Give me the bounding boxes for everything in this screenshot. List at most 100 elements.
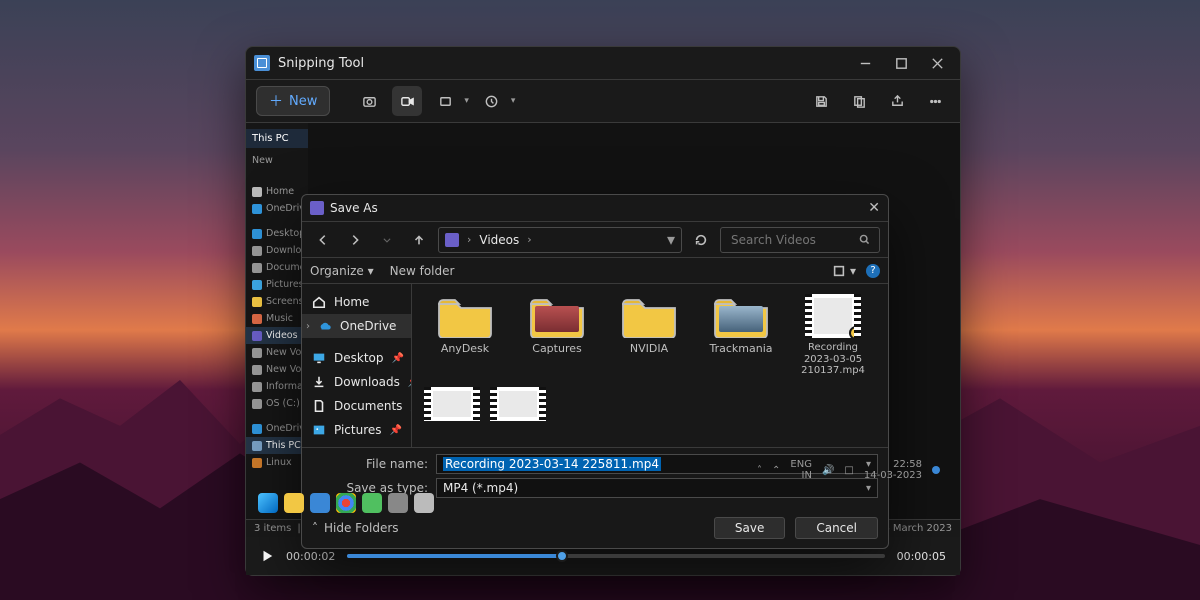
folder-icon: [621, 294, 677, 338]
cancel-button[interactable]: Cancel: [795, 517, 878, 539]
nav-home[interactable]: Home: [302, 290, 411, 314]
tray-chevron-icon[interactable]: ˄: [757, 465, 762, 476]
search-input[interactable]: [729, 232, 849, 248]
chevron-down-icon[interactable]: ▾: [667, 230, 675, 249]
nav-label: Documents: [334, 399, 402, 413]
tray-time[interactable]: 22:58: [893, 459, 922, 470]
tree-item: Music: [266, 313, 293, 324]
pic-icon: [312, 423, 326, 437]
more-icon[interactable]: [920, 86, 950, 116]
breadcrumb-sep: ›: [527, 233, 531, 246]
nav-forward-button[interactable]: [342, 227, 368, 253]
player-total-time: 00:00:05: [897, 550, 946, 563]
player-progress-bar[interactable]: [347, 554, 884, 558]
snip-mode-camera-icon[interactable]: [354, 86, 384, 116]
tree-item: Linux: [266, 457, 292, 468]
taskbar-settings-icon[interactable]: [388, 493, 408, 513]
tree-item: Videos: [266, 330, 298, 341]
doc-icon: [312, 399, 326, 413]
hide-folders-toggle[interactable]: ˄ Hide Folders: [312, 521, 399, 535]
nav-label: OneDrive: [340, 319, 396, 333]
tray-wifi-icon[interactable]: ⌃: [772, 465, 780, 476]
file-label: Recording 2023-03-05 210137.mp4: [792, 342, 874, 377]
nav-desktop[interactable]: Desktop 📌: [302, 346, 411, 370]
nav-documents[interactable]: Documents 📌: [302, 394, 411, 418]
new-folder-button[interactable]: New folder: [390, 264, 455, 278]
progress-knob[interactable]: [556, 550, 568, 562]
desktop-icon: [312, 351, 326, 365]
system-tray: ˄ ⌃ ENGIN 🔊 □ 22:5814-03-2023: [757, 459, 940, 481]
close-button[interactable]: [922, 49, 952, 77]
file-label: Captures: [532, 342, 581, 355]
taskbar-app-icon[interactable]: [414, 493, 434, 513]
start-button[interactable]: [258, 493, 278, 513]
taskbar-app-icon[interactable]: [284, 493, 304, 513]
folder-item[interactable]: AnyDesk: [424, 294, 506, 377]
file-name-label: File name:: [312, 457, 428, 471]
taskbar-app-icon[interactable]: [310, 493, 330, 513]
maximize-button[interactable]: [886, 49, 916, 77]
new-button[interactable]: ＋ New: [256, 86, 330, 116]
copy-icon[interactable]: [844, 86, 874, 116]
tray-notification-dot[interactable]: [932, 466, 940, 474]
folder-item[interactable]: Captures: [516, 294, 598, 377]
organize-dropdown[interactable]: Organize ▾: [310, 264, 374, 278]
save-type-field[interactable]: MP4 (*.mp4) ▾: [436, 478, 878, 498]
folder-item[interactable]: NVIDIA: [608, 294, 690, 377]
video-file-icon[interactable]: [424, 387, 480, 421]
search-field[interactable]: [720, 227, 880, 253]
tree-item: Desktop: [266, 228, 305, 239]
tray-lang[interactable]: ENG: [790, 459, 812, 470]
folder-icon: [713, 294, 769, 338]
refresh-button[interactable]: [688, 227, 714, 253]
breadcrumb-item[interactable]: Videos: [479, 233, 519, 247]
chevron-down-icon: ▾: [464, 96, 469, 106]
tray-volume-icon[interactable]: 🔊: [822, 465, 834, 476]
help-icon[interactable]: ?: [866, 264, 880, 278]
video-file-icon: [805, 294, 861, 338]
save-icon[interactable]: [806, 86, 836, 116]
nav-label: Downloads: [334, 375, 400, 389]
nav-back-button[interactable]: [310, 227, 336, 253]
pin-icon: 📌: [392, 353, 404, 364]
view-mode-dropdown[interactable]: ▾: [832, 264, 856, 278]
videos-icon: [445, 233, 459, 247]
snip-shape-dropdown[interactable]: [430, 86, 460, 116]
dialog-close-button[interactable]: ✕: [868, 200, 880, 216]
file-name-value: Recording 2023-03-14 225811.mp4: [443, 457, 661, 471]
address-bar[interactable]: › Videos › ▾: [438, 227, 682, 253]
save-button[interactable]: Save: [714, 517, 785, 539]
nav-pictures[interactable]: Pictures 📌: [302, 418, 411, 442]
toolbar: ＋ New ▾ ▾: [246, 79, 960, 123]
tray-battery-icon[interactable]: □: [844, 465, 853, 476]
home-icon: [312, 295, 326, 309]
hide-folders-label: Hide Folders: [324, 521, 399, 535]
search-icon: [858, 233, 871, 246]
video-file-icon[interactable]: [490, 387, 546, 421]
taskbar-app-icon[interactable]: [362, 493, 382, 513]
dialog-icon: [310, 201, 324, 215]
snip-mode-video-icon[interactable]: [392, 86, 422, 116]
snipping-tool-window: Snipping Tool ＋ New ▾ ▾: [245, 46, 961, 576]
player-current-time: 00:00:02: [286, 550, 335, 563]
video-file-item[interactable]: Recording 2023-03-05 210137.mp4: [792, 294, 874, 377]
nav-recent-dropdown[interactable]: [374, 227, 400, 253]
nav-up-button[interactable]: [406, 227, 432, 253]
minimize-button[interactable]: [850, 49, 880, 77]
play-button[interactable]: [260, 549, 274, 563]
download-icon: [312, 375, 326, 389]
chevron-down-icon[interactable]: ▾: [866, 483, 871, 494]
file-label: NVIDIA: [630, 342, 668, 355]
tray-date: 14-03-2023: [864, 470, 922, 481]
folder-icon: [529, 294, 585, 338]
nav-downloads[interactable]: Downloads 📌: [302, 370, 411, 394]
share-icon[interactable]: [882, 86, 912, 116]
folder-item[interactable]: Trackmania: [700, 294, 782, 377]
breadcrumb-sep: ›: [467, 233, 471, 246]
tree-item: Pictures: [266, 279, 304, 290]
taskbar-chrome-icon[interactable]: [336, 493, 356, 513]
delay-dropdown[interactable]: [477, 86, 507, 116]
nav-onedrive[interactable]: › OneDrive: [302, 314, 411, 338]
chevron-up-icon: ˄: [312, 521, 318, 535]
background-explorer-tree: This PC New Home OneDrive Desktop Downlo…: [246, 123, 308, 519]
